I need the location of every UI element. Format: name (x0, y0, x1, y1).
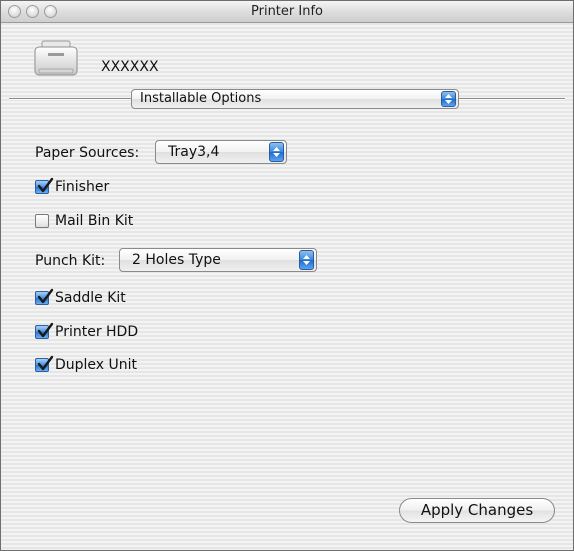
section-popup[interactable]: Installable Options (131, 89, 459, 109)
duplex-unit-checkbox[interactable] (35, 355, 54, 372)
section-popup-value: Installable Options (140, 91, 262, 106)
popup-arrows-icon (299, 250, 314, 270)
printer-hdd-label: Printer HDD (55, 324, 139, 340)
apply-changes-button[interactable]: Apply Changes (399, 498, 555, 523)
saddle-kit-checkbox[interactable] (35, 288, 54, 305)
paper-sources-popup[interactable]: Tray3,4 (155, 140, 287, 164)
printer-name: XXXXXX (101, 59, 159, 75)
paper-sources-label: Paper Sources: (35, 145, 140, 161)
punch-kit-popup[interactable]: 2 Holes Type (119, 248, 317, 272)
saddle-kit-label: Saddle Kit (55, 290, 126, 306)
popup-arrows-icon (269, 142, 284, 162)
printer-icon (33, 39, 79, 81)
punch-kit-value: 2 Holes Type (132, 252, 221, 268)
printer-info-window: Printer Info XXXXXX Installable Options … (0, 0, 574, 551)
popup-arrows-icon (441, 91, 456, 107)
window-title: Printer Info (251, 4, 323, 19)
mail-bin-kit-checkbox[interactable] (35, 214, 49, 228)
title-bar[interactable]: Printer Info (1, 1, 573, 23)
paper-sources-value: Tray3,4 (168, 144, 220, 160)
mail-bin-kit-label: Mail Bin Kit (55, 213, 134, 229)
punch-kit-label: Punch Kit: (35, 253, 106, 269)
finisher-checkbox[interactable] (35, 177, 54, 194)
printer-hdd-checkbox[interactable] (35, 322, 54, 339)
finisher-label: Finisher (55, 179, 110, 195)
duplex-unit-label: Duplex Unit (55, 357, 138, 373)
